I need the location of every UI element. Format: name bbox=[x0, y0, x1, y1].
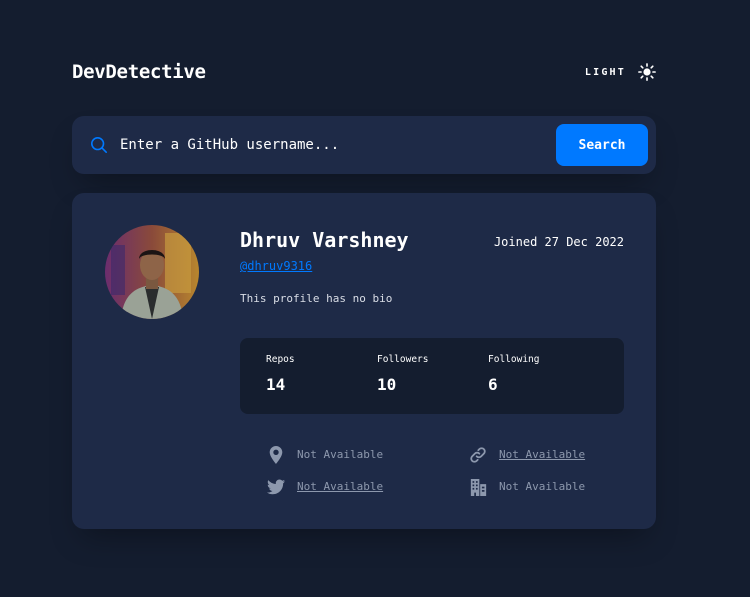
twitter-link[interactable]: Not Available bbox=[297, 480, 383, 493]
profile-name: Dhruv Varshney bbox=[240, 228, 409, 252]
stat-label: Followers bbox=[377, 354, 429, 365]
profile-login-link[interactable]: @dhruv9316 bbox=[240, 259, 312, 273]
stat-value: 6 bbox=[488, 375, 498, 394]
twitter-item: Not Available bbox=[266, 475, 426, 499]
link-icon bbox=[468, 445, 488, 465]
location-text: Not Available bbox=[297, 448, 384, 461]
search-icon bbox=[90, 136, 108, 154]
stat-value: 10 bbox=[377, 375, 397, 394]
stat-following: Following 6 bbox=[488, 354, 539, 394]
location-item: Not Available bbox=[266, 443, 426, 467]
stat-repos: Repos 14 bbox=[266, 354, 295, 394]
location-pin-icon bbox=[266, 445, 286, 465]
join-date: Joined 27 Dec 2022 bbox=[493, 235, 624, 249]
twitter-icon bbox=[266, 477, 286, 497]
theme-toggle-label[interactable]: LIGHT bbox=[585, 67, 626, 78]
theme-toggle[interactable]: LIGHT bbox=[585, 63, 656, 81]
stat-label: Repos bbox=[266, 354, 295, 365]
company-item: Not Available bbox=[468, 475, 628, 499]
search-button[interactable]: Search bbox=[556, 124, 648, 166]
app-logo: DevDetective bbox=[72, 61, 206, 83]
app-header: DevDetective LIGHT bbox=[72, 58, 656, 86]
website-item: Not Available bbox=[468, 443, 628, 467]
stat-label: Following bbox=[488, 354, 540, 365]
stats-panel: Repos 14 Followers 10 Following 6 bbox=[240, 338, 624, 414]
profile-card: Dhruv Varshney Joined 27 Dec 2022 @dhruv… bbox=[72, 193, 656, 529]
building-icon bbox=[468, 477, 488, 497]
stat-value: 14 bbox=[266, 375, 286, 394]
search-input[interactable] bbox=[120, 130, 540, 160]
company-text: Not Available bbox=[499, 480, 586, 493]
sun-icon[interactable] bbox=[638, 63, 656, 81]
profile-bio: This profile has no bio bbox=[240, 292, 393, 305]
search-bar: Search bbox=[72, 116, 656, 174]
avatar bbox=[105, 225, 199, 319]
stat-followers: Followers 10 bbox=[377, 354, 428, 394]
website-link[interactable]: Not Available bbox=[499, 448, 585, 461]
